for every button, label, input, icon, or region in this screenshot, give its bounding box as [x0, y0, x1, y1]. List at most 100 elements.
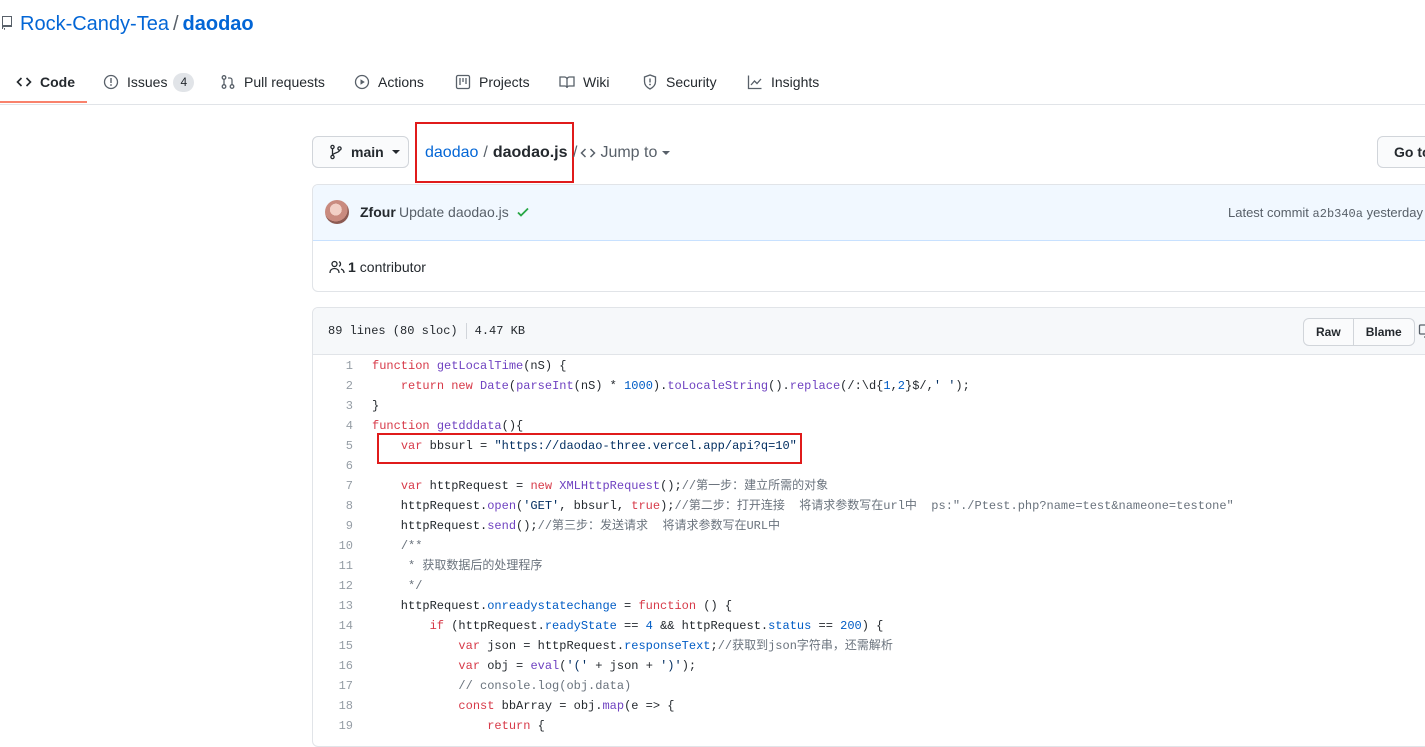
- file-header: 89 lines (80 sloc)4.47 KB Raw Blame: [313, 308, 1425, 355]
- code-line: 15 var json = httpRequest.responseText;/…: [313, 636, 1425, 656]
- line-number[interactable]: 3: [313, 396, 353, 416]
- info-divider: [466, 323, 467, 339]
- line-content: httpRequest.onreadystatechange = functio…: [372, 596, 732, 616]
- line-content: var httpRequest = new XMLHttpRequest();/…: [372, 476, 828, 496]
- check-icon[interactable]: [516, 205, 530, 219]
- tab-wiki-label: Wiki: [583, 74, 609, 90]
- line-content: const bbArray = obj.map(e => {: [372, 696, 675, 716]
- code-line: 14 if (httpRequest.readyState == 4 && ht…: [313, 616, 1425, 636]
- file-actions: Raw Blame: [1303, 318, 1415, 346]
- line-number[interactable]: 1: [313, 356, 353, 376]
- code-line: 9 httpRequest.send();//第三步：发送请求 将请求参数写在U…: [313, 516, 1425, 536]
- code-line: 1function getLocalTime(nS) {: [313, 356, 1425, 376]
- repo-separator: /: [173, 13, 179, 35]
- graph-icon: [747, 74, 763, 90]
- tab-insights[interactable]: Insights: [747, 62, 819, 102]
- line-content: return {: [372, 716, 545, 736]
- line-number[interactable]: 15: [313, 636, 353, 656]
- line-number[interactable]: 14: [313, 616, 353, 636]
- tab-actions[interactable]: Actions: [354, 62, 424, 102]
- line-number[interactable]: 2: [313, 376, 353, 396]
- active-tab-underline: [0, 101, 87, 103]
- tab-projects[interactable]: Projects: [455, 62, 530, 102]
- commit-author[interactable]: Zfour: [360, 204, 396, 220]
- pull-request-icon: [220, 74, 236, 90]
- tab-code[interactable]: Code: [16, 62, 75, 102]
- play-icon: [354, 74, 370, 90]
- line-content: httpRequest.open('GET', bbsurl, true);//…: [372, 496, 1234, 516]
- code-line: 18 const bbArray = obj.map(e => {: [313, 696, 1425, 716]
- issue-icon: [103, 74, 119, 90]
- latest-commit-box: Zfour Update daodao.js Latest commit a2b…: [312, 184, 1425, 292]
- line-number[interactable]: 12: [313, 576, 353, 596]
- line-number[interactable]: 5: [313, 436, 353, 456]
- raw-button[interactable]: Raw: [1303, 318, 1354, 346]
- code-line: 19 return {: [313, 716, 1425, 736]
- git-branch-icon: [329, 144, 343, 160]
- breadcrumb-separator-2: /: [573, 141, 577, 165]
- desktop-icon[interactable]: [1418, 323, 1425, 339]
- jump-to-menu[interactable]: / Jump to: [573, 141, 670, 165]
- jump-to-label: Jump to: [600, 141, 657, 165]
- tab-pull-requests-label: Pull requests: [244, 74, 325, 90]
- code-line: 12 */: [313, 576, 1425, 596]
- book-icon: [559, 74, 575, 90]
- commit-message[interactable]: Update daodao.js: [399, 204, 509, 220]
- highlight-box-breadcrumb: [415, 122, 574, 183]
- branch-select-button[interactable]: main: [312, 136, 409, 168]
- line-number[interactable]: 16: [313, 656, 353, 676]
- line-number[interactable]: 11: [313, 556, 353, 576]
- repo-name-link[interactable]: daodao: [183, 13, 254, 35]
- line-number[interactable]: 6: [313, 456, 353, 476]
- file-size: 4.47 KB: [475, 324, 525, 338]
- code-icon: [16, 74, 32, 90]
- code-line: 10 /**: [313, 536, 1425, 556]
- code-icon: [580, 145, 596, 161]
- code-line: 8 httpRequest.open('GET', bbsurl, true);…: [313, 496, 1425, 516]
- chevron-down-icon: [662, 151, 670, 155]
- contributors-count: 1: [348, 259, 356, 275]
- line-number[interactable]: 19: [313, 716, 353, 736]
- tab-security-label: Security: [666, 74, 717, 90]
- code-line: 11 * 获取数据后的处理程序: [313, 556, 1425, 576]
- tab-insights-label: Insights: [771, 74, 819, 90]
- tab-pull-requests[interactable]: Pull requests: [220, 62, 325, 102]
- line-number[interactable]: 4: [313, 416, 353, 436]
- file-viewer: 89 lines (80 sloc)4.47 KB Raw Blame 1fun…: [312, 307, 1425, 747]
- tab-code-label: Code: [40, 74, 75, 90]
- contributors-summary[interactable]: 1 contributor: [329, 259, 426, 275]
- people-icon: [329, 259, 345, 275]
- avatar[interactable]: [325, 200, 349, 224]
- go-to-file-label: Go to: [1394, 144, 1425, 160]
- line-number[interactable]: 9: [313, 516, 353, 536]
- line-number[interactable]: 17: [313, 676, 353, 696]
- go-to-file-button[interactable]: Go to: [1377, 136, 1425, 168]
- branch-label: main: [351, 144, 384, 160]
- line-content: */: [372, 576, 422, 596]
- commit-header: Zfour Update daodao.js Latest commit a2b…: [313, 185, 1425, 241]
- tab-wiki[interactable]: Wiki: [559, 62, 609, 102]
- tab-security[interactable]: Security: [642, 62, 717, 102]
- line-number[interactable]: 10: [313, 536, 353, 556]
- code-line: 7 var httpRequest = new XMLHttpRequest()…: [313, 476, 1425, 496]
- blame-button[interactable]: Blame: [1354, 318, 1415, 346]
- line-content: * 获取数据后的处理程序: [372, 556, 542, 576]
- line-number[interactable]: 7: [313, 476, 353, 496]
- line-content: if (httpRequest.readyState == 4 && httpR…: [372, 616, 883, 636]
- latest-commit-info: Latest commit a2b340a yesterday: [1228, 205, 1423, 221]
- tab-issues[interactable]: Issues 4: [103, 62, 194, 102]
- shield-icon: [642, 74, 658, 90]
- code-line: 3}: [313, 396, 1425, 416]
- repo-owner-link[interactable]: Rock-Candy-Tea: [20, 13, 169, 35]
- line-content: // console.log(obj.data): [372, 676, 631, 696]
- tab-actions-label: Actions: [378, 74, 424, 90]
- line-number[interactable]: 8: [313, 496, 353, 516]
- commit-sha-link[interactable]: a2b340a: [1313, 207, 1363, 221]
- code-line: 17 // console.log(obj.data): [313, 676, 1425, 696]
- repo-title: Rock-Candy-Tea/daodao: [0, 11, 254, 38]
- latest-commit-label: Latest commit: [1228, 205, 1309, 220]
- line-content: /**: [372, 536, 422, 556]
- line-number[interactable]: 18: [313, 696, 353, 716]
- line-number[interactable]: 13: [313, 596, 353, 616]
- code-line: 16 var obj = eval('(' + json + ')');: [313, 656, 1425, 676]
